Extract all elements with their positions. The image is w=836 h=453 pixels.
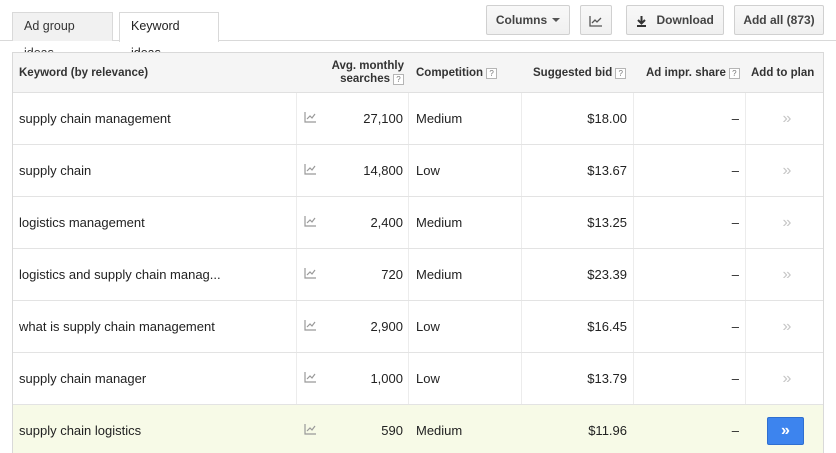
chart-toggle-button[interactable] — [580, 5, 612, 35]
table-row: logistics management 2,400 Medium $13.25… — [13, 197, 823, 249]
tab-keyword-ideas[interactable]: Keyword ideas — [119, 12, 219, 60]
table-row: logistics and supply chain manag... 720 … — [13, 249, 823, 301]
table-row: supply chain 14,800 Low $13.67 – » — [13, 145, 823, 197]
add-to-plan-button[interactable]: » — [769, 301, 805, 353]
help-icon[interactable]: ? — [615, 68, 627, 79]
table-row-highlighted: supply chain logistics 590 Medium $11.96… — [13, 405, 823, 453]
suggested-bid-cell: $13.67 — [587, 163, 627, 178]
keyword-cell: supply chain management — [19, 111, 171, 126]
keyword-cell: logistics and supply chain manag... — [19, 267, 221, 282]
header-keyword[interactable]: Keyword (by relevance) — [19, 67, 148, 79]
avg-searches-cell: 1,000 — [370, 371, 403, 386]
avg-searches-cell: 2,400 — [370, 215, 403, 230]
help-icon[interactable]: ? — [486, 68, 498, 79]
avg-searches-cell: 14,800 — [363, 163, 403, 178]
add-to-plan-button[interactable]: » — [769, 197, 805, 249]
keyword-ideas-table: Keyword (by relevance) Avg. monthly sear… — [12, 52, 824, 453]
add-to-plan-button[interactable]: » — [769, 353, 805, 405]
header-competition[interactable]: Competition — [416, 67, 483, 79]
competition-cell: Medium — [416, 267, 463, 282]
ad-impr-share-cell: – — [731, 371, 739, 386]
suggested-bid-cell: $13.25 — [587, 215, 627, 230]
ad-impr-share-cell: – — [731, 319, 739, 334]
ad-impr-share-cell: – — [731, 215, 739, 230]
header-bid-wrap: Suggested bid? — [533, 67, 627, 79]
header-avg-line2[interactable]: searches — [340, 73, 390, 85]
download-button[interactable]: Download — [626, 5, 724, 35]
header-ad-impr-share[interactable]: Ad impr. share — [646, 67, 726, 79]
header-suggested-bid[interactable]: Suggested bid — [533, 67, 612, 79]
ad-impr-share-cell: – — [731, 423, 739, 438]
suggested-bid-cell: $16.45 — [587, 319, 627, 334]
keyword-cell: supply chain manager — [19, 371, 147, 386]
keyword-cell: logistics management — [19, 215, 145, 230]
ad-impr-share-cell: – — [731, 163, 739, 178]
add-to-plan-button[interactable]: » — [769, 93, 805, 145]
suggested-bid-cell: $11.96 — [588, 423, 627, 438]
tab-ad-group-ideas[interactable]: Ad group ideas — [12, 12, 113, 60]
trend-chart-icon — [589, 15, 602, 27]
competition-cell: Medium — [416, 423, 463, 438]
table-row: what is supply chain management 2,900 Lo… — [13, 301, 823, 353]
suggested-bid-cell: $13.79 — [587, 371, 627, 386]
add-to-plan-button[interactable]: » — [769, 249, 805, 301]
tab-bar: Ad group ideas Keyword ideas Columns Dow… — [0, 0, 836, 60]
table-header: Keyword (by relevance) Avg. monthly sear… — [13, 53, 823, 93]
keyword-cell: supply chain — [19, 163, 92, 178]
add-all-button[interactable]: Add all (873) — [734, 5, 824, 35]
add-to-plan-button[interactable]: » — [769, 145, 805, 197]
download-icon — [637, 15, 647, 27]
competition-cell: Medium — [416, 111, 463, 126]
header-impr-wrap: Ad impr. share? — [646, 67, 740, 79]
avg-searches-cell: 2,900 — [370, 319, 403, 334]
header-avg-line1[interactable]: Avg. monthly — [313, 60, 404, 72]
columns-label: Columns — [495, 13, 548, 27]
help-icon[interactable]: ? — [393, 74, 404, 85]
columns-button[interactable]: Columns — [486, 5, 570, 35]
chevron-down-icon — [552, 18, 561, 22]
header-add-to-plan: Add to plan — [751, 67, 815, 79]
avg-searches-cell: 590 — [381, 423, 403, 438]
suggested-bid-cell: $18.00 — [587, 111, 627, 126]
help-icon[interactable]: ? — [728, 68, 740, 79]
ad-impr-share-cell: – — [731, 267, 739, 282]
competition-cell: Low — [416, 319, 440, 334]
competition-cell: Low — [416, 371, 440, 386]
download-label: Download — [656, 13, 714, 27]
ad-impr-share-cell: – — [731, 111, 739, 126]
suggested-bid-cell: $23.39 — [587, 267, 627, 282]
keyword-cell: supply chain logistics — [19, 423, 142, 438]
header-avg-line2-wrap: searches? — [313, 73, 404, 85]
table-row: supply chain management 27,100 Medium $1… — [13, 93, 823, 145]
header-competition-wrap: Competition? — [416, 67, 498, 79]
avg-searches-cell: 720 — [381, 267, 403, 282]
competition-cell: Medium — [416, 215, 463, 230]
add-to-plan-button[interactable]: » — [767, 417, 804, 445]
table-row: supply chain manager 1,000 Low $13.79 – … — [13, 353, 823, 405]
keyword-cell: what is supply chain management — [19, 319, 215, 334]
avg-searches-cell: 27,100 — [363, 111, 403, 126]
competition-cell: Low — [416, 163, 440, 178]
